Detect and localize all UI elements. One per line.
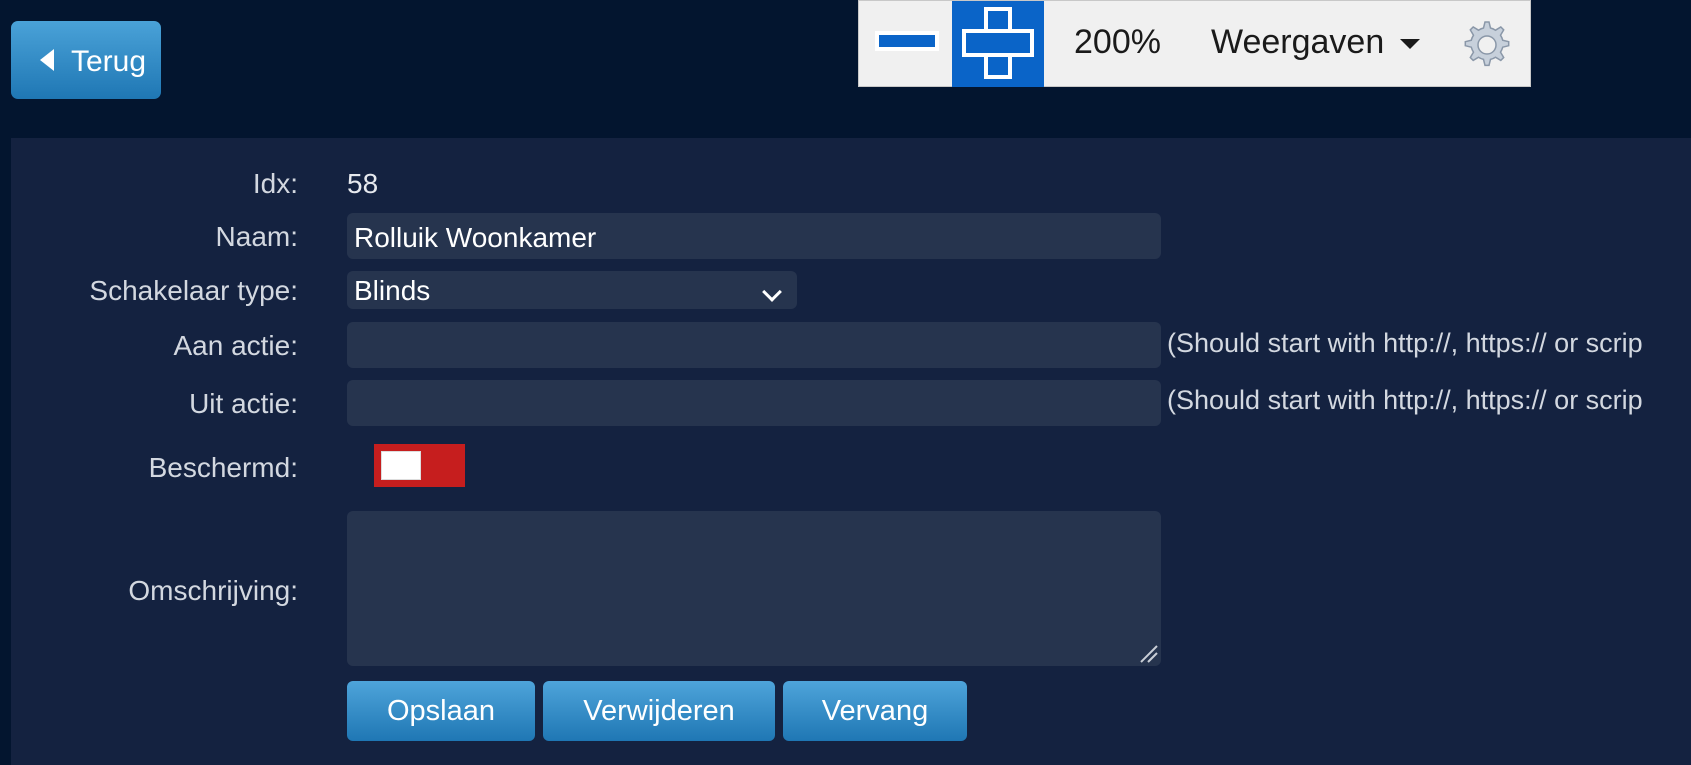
replace-button[interactable]: Vervang — [783, 681, 967, 741]
on-action-input[interactable] — [347, 322, 1161, 368]
zoom-out-button[interactable] — [863, 1, 951, 87]
description-textarea[interactable] — [347, 511, 1161, 666]
switch-type-select[interactable]: Blinds — [347, 271, 797, 309]
protected-toggle[interactable] — [374, 444, 465, 487]
zoom-toolbar: 200% Weergaven — [858, 0, 1531, 87]
delete-button[interactable]: Verwijderen — [543, 681, 775, 741]
off-action-hint: (Should start with http://, https:// or … — [1167, 385, 1643, 415]
off-action-input[interactable] — [347, 380, 1161, 426]
name-input-value: Rolluik Woonkamer — [354, 222, 597, 253]
resize-handle-icon[interactable] — [1137, 642, 1159, 664]
description-label: Omschrijving: — [128, 575, 298, 606]
caret-down-icon — [1400, 38, 1421, 49]
views-dropdown-label: Weergaven — [1211, 23, 1385, 61]
device-edit-page: Terug 200% Weergaven Idx: 58 Naam: Rollu… — [0, 0, 1691, 765]
on-action-hint: (Should start with http://, https:// or … — [1167, 328, 1643, 358]
save-button[interactable]: Opslaan — [347, 681, 535, 741]
idx-value: 58 — [347, 168, 379, 199]
settings-button[interactable] — [1461, 19, 1513, 71]
switch-type-value: Blinds — [354, 275, 431, 306]
protected-label: Beschermd: — [148, 452, 298, 483]
name-input[interactable]: Rolluik Woonkamer — [347, 213, 1161, 259]
back-button-label: Terug — [71, 45, 147, 78]
gear-icon — [1464, 21, 1510, 67]
zoom-level: 200% — [1074, 23, 1161, 61]
back-button[interactable]: Terug — [11, 21, 161, 99]
off-action-label: Uit actie: — [189, 388, 298, 419]
switch-type-label: Schakelaar type: — [89, 275, 298, 306]
views-dropdown[interactable]: Weergaven — [1211, 23, 1421, 62]
zoom-in-button[interactable] — [952, 1, 1044, 87]
idx-label: Idx: — [252, 168, 298, 199]
name-label: Naam: — [215, 221, 298, 252]
chevron-down-icon — [762, 282, 782, 302]
toggle-knob — [381, 451, 421, 480]
minus-icon — [875, 31, 939, 51]
on-action-label: Aan actie: — [173, 330, 298, 361]
chevron-left-icon — [40, 49, 54, 71]
